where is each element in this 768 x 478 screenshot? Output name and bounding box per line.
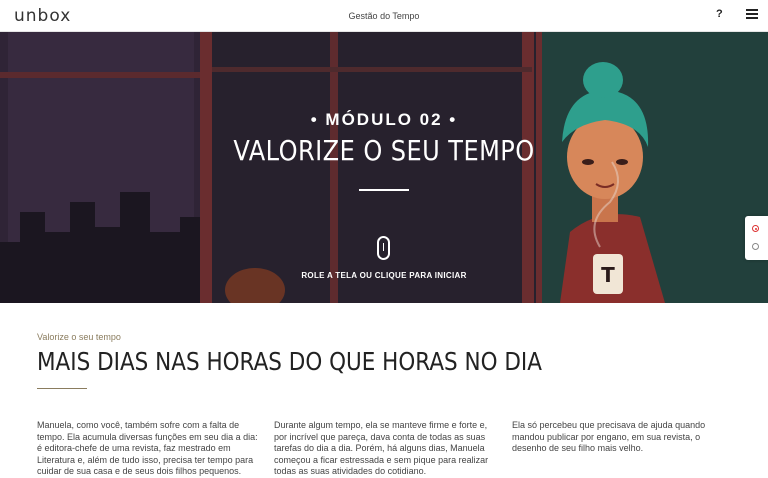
window-frame-left [200, 32, 212, 303]
text-column-1: Manuela, como você, também sofre com a f… [37, 420, 258, 476]
text-column-3: Ela só percebeu que precisava de ajuda q… [512, 420, 706, 453]
hero-illustration: T [0, 32, 768, 303]
window-middle [212, 32, 536, 303]
window-frame-right [536, 32, 542, 303]
top-bar: unbox Gestão do Tempo ? [0, 0, 768, 32]
module-label: • MÓDULO 02 • [310, 110, 458, 129]
section-divider [37, 388, 87, 389]
window-frame-mid-1 [330, 32, 338, 303]
section-dot-2[interactable] [752, 243, 759, 250]
section-label: Valorize o seu tempo [37, 332, 121, 342]
window-sill-left [0, 72, 200, 78]
window-sill-mid [212, 67, 532, 72]
scroll-cta[interactable]: ROLE A TELA OU CLIQUE PARA INICIAR [0, 271, 768, 280]
course-title: Gestão do Tempo [348, 11, 420, 21]
section-title: MAIS DIAS NAS HORAS DO QUE HORAS NO DIA [37, 347, 542, 376]
window-frame-mid-2 [522, 32, 534, 303]
woman-hair-bun [583, 62, 623, 98]
mouse-scroll-icon[interactable] [377, 236, 390, 260]
hero-banner: T • MÓDULO 02 • VALORIZE O SEU TEMPO ROL… [0, 32, 768, 303]
help-button[interactable]: ? [716, 8, 723, 20]
hero-divider [359, 189, 409, 191]
section-dot-1[interactable] [752, 225, 759, 232]
text-column-2: Durante algum tempo, ela se manteve firm… [274, 420, 489, 476]
hamburger-menu-icon[interactable] [746, 9, 758, 19]
hero-title: VALORIZE O SEU TEMPO [233, 134, 535, 167]
section-navigation [745, 216, 768, 260]
